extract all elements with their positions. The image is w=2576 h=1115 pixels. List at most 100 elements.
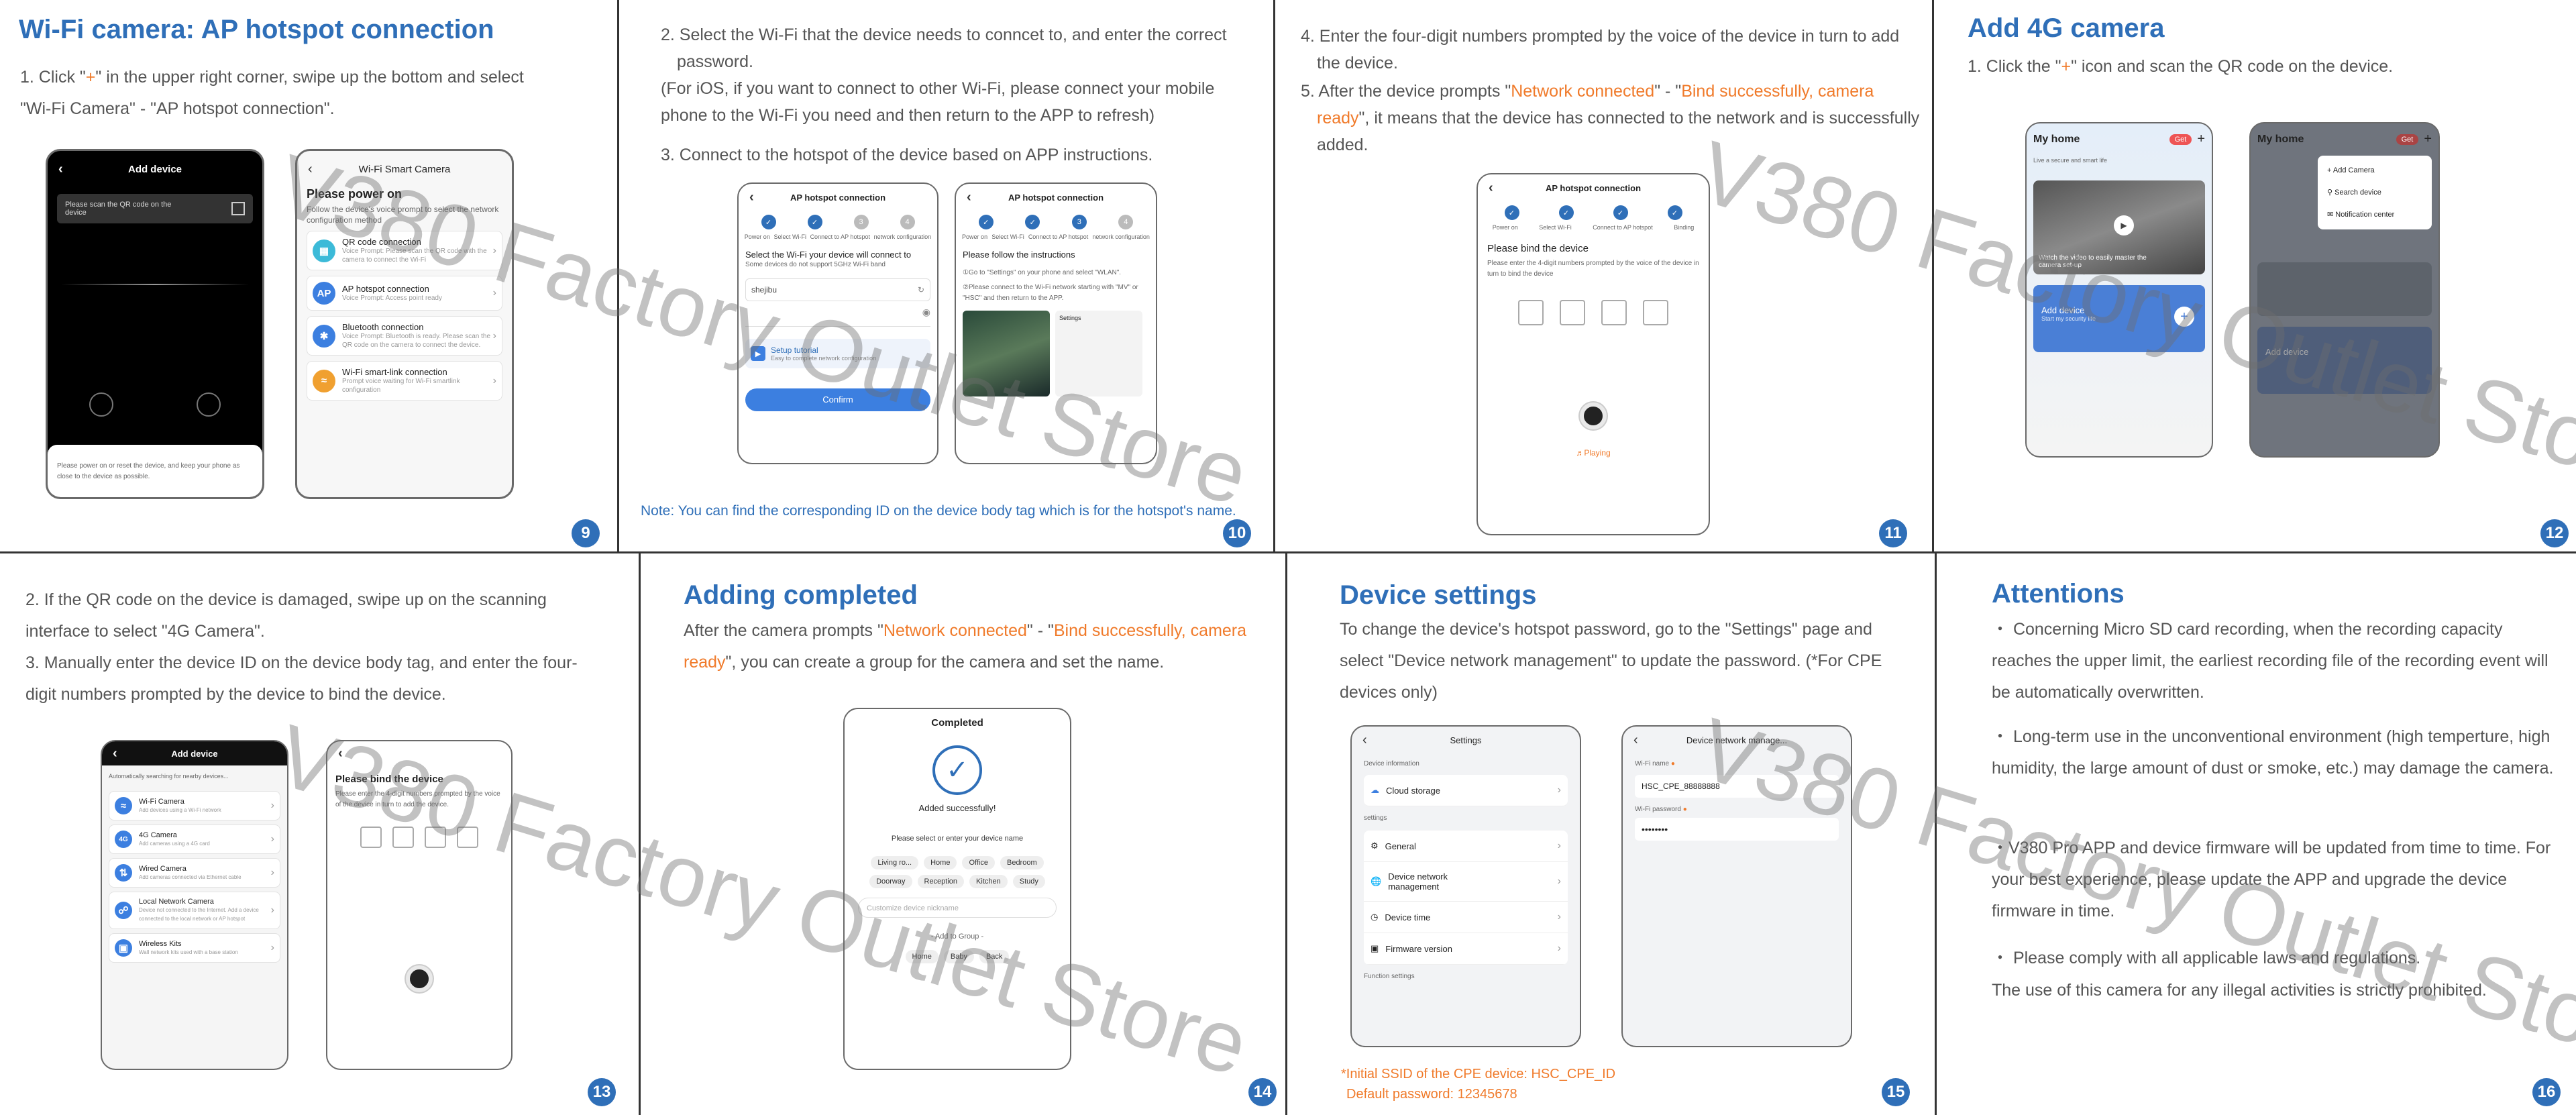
cpe-note-1: *Initial SSID of the CPE device: HSC_CPE… bbox=[1341, 1067, 1616, 1081]
wifi-name-input[interactable]: shejibu ↻ bbox=[745, 278, 930, 301]
page-title: Add 4G camera bbox=[1968, 13, 2165, 43]
option-bluetooth[interactable]: ✱ Bluetooth connection Voice Prompt: Bluet… bbox=[307, 316, 502, 356]
attention-item-1: ・ Concerning Micro SD card recording, wh… bbox=[1992, 620, 2548, 702]
settings-screenshot: Settings bbox=[1055, 311, 1142, 396]
phone-add-menu: My home Get + + Add Camera ⚲ Search devi… bbox=[2249, 122, 2440, 458]
step-5-text: 5. After the device prompts "Network con… bbox=[1301, 82, 1920, 154]
attention-item-4: ・ Please comply with all applicable laws… bbox=[1992, 949, 2421, 967]
option-wifi-camera[interactable]: ≈ Wi-Fi Camera Add devices using a Wi-Fi n… bbox=[109, 791, 280, 820]
menu-add-camera[interactable]: + Add Camera bbox=[2318, 160, 2432, 181]
menu-notification-center[interactable]: ✉ Notification center bbox=[2318, 203, 2432, 225]
firmware-icon: ▣ bbox=[1371, 943, 1379, 953]
scan-line bbox=[61, 284, 249, 285]
wifi-icon: ≈ bbox=[313, 369, 335, 392]
globe-icon: 🌐 bbox=[1371, 876, 1382, 886]
qr-icon bbox=[231, 202, 245, 215]
page-15: Device settings To change the device's h… bbox=[1287, 553, 1935, 1115]
option-wired-camera[interactable]: ⇅ Wired Camera Add cameras connected via E… bbox=[109, 858, 280, 888]
attention-item-2: ・ Long-term use in the unconventional en… bbox=[1992, 727, 2554, 778]
phone-bind-device: ‹ AP hotspot connection ✓ ✓ ✓ ✓ Power on Sele… bbox=[1477, 173, 1710, 535]
flashlight-icon[interactable] bbox=[89, 392, 113, 417]
step-3-text: 3. Connect to the hotspot of the device … bbox=[661, 146, 1153, 164]
ap-icon: AP bbox=[313, 282, 335, 305]
page-number: 12 bbox=[2540, 519, 2569, 547]
confirm-button[interactable]: Confirm bbox=[745, 388, 930, 411]
plus-icon[interactable]: + bbox=[2197, 131, 2205, 147]
settings-cloud-storage[interactable]: ☁ Cloud storage › bbox=[1364, 775, 1568, 806]
back-icon[interactable]: ‹ bbox=[1633, 733, 1638, 748]
page-10: 2. Select the Wi-Fi that the device need… bbox=[619, 0, 1273, 551]
settings-text: To change the device's hotspot password,… bbox=[1340, 620, 1882, 702]
back-icon[interactable]: ‹ bbox=[967, 190, 971, 205]
back-icon[interactable]: ‹ bbox=[113, 746, 117, 761]
page-13: 2. If the QR code on the device is damag… bbox=[0, 553, 639, 1115]
page-number: 9 bbox=[572, 519, 600, 547]
back-icon[interactable]: ‹ bbox=[749, 190, 754, 205]
back-icon[interactable]: ‹ bbox=[338, 746, 343, 761]
eye-icon[interactable]: ◉ bbox=[922, 307, 930, 317]
page-11: 4. Enter the four-digit numbers prompted… bbox=[1275, 0, 1932, 551]
playing-indicator: ♬Playing bbox=[1576, 448, 1611, 458]
group-chips: Home Baby Back bbox=[845, 947, 1070, 966]
option-4g-camera[interactable]: 4G 4G Camera Add cameras using a 4G card › bbox=[109, 825, 280, 854]
nickname-input[interactable]: Customize device nickname bbox=[858, 898, 1057, 918]
play-icon[interactable]: ▶ bbox=[2114, 215, 2134, 235]
phone-select-wifi: ‹ AP hotspot connection ✓ ✓ 3 4 Power on Sele… bbox=[737, 182, 938, 464]
menu-search-device[interactable]: ⚲ Search device bbox=[2318, 181, 2432, 203]
get-badge[interactable]: Get bbox=[2169, 134, 2192, 145]
page-14: Adding completed After the camera prompt… bbox=[641, 553, 1285, 1115]
page-9: Wi-Fi camera: AP hotspot connection 1. C… bbox=[0, 0, 617, 551]
option-smartlink[interactable]: ≈ Wi-Fi smart-link connection Prompt voice… bbox=[307, 361, 502, 401]
add-icon[interactable]: + bbox=[2174, 307, 2194, 327]
name-chips: Living ro... Home Office Bedroom Doorway Rec… bbox=[845, 853, 1070, 891]
setup-tutorial[interactable]: ▶ Setup tutorial Easy to complete network… bbox=[745, 339, 930, 368]
back-icon[interactable]: ‹ bbox=[1489, 180, 1493, 196]
option-qr-code[interactable]: ▦ QR code connection Voice Prompt: Please … bbox=[307, 231, 502, 270]
page-12: Add 4G camera 1. Click the "+" icon and … bbox=[1934, 0, 2576, 551]
heading: Please power on bbox=[307, 187, 402, 201]
code-input-boxes[interactable] bbox=[1478, 300, 1709, 329]
scan-hint-bar: Please scan the QR code on the device bbox=[57, 194, 253, 223]
ssid-field[interactable]: HSC_CPE_88888888 bbox=[1635, 775, 1839, 798]
option-ap-hotspot[interactable]: AP AP hotspot connection Voice Prompt: Acc… bbox=[307, 276, 502, 311]
dropdown-menu: + Add Camera ⚲ Search device ✉ Notificat… bbox=[2318, 156, 2432, 229]
option-wireless-kits[interactable]: ▣ Wireless Kits Wall network kits used wit… bbox=[109, 933, 280, 963]
phone-follow-instructions: ‹ AP hotspot connection ✓ ✓ 3 4 Power on Sele… bbox=[955, 182, 1157, 464]
clock-icon: ◷ bbox=[1371, 912, 1379, 922]
settings-network-management[interactable]: 🌐 Device network management › bbox=[1364, 862, 1568, 902]
bluetooth-icon: ✱ bbox=[313, 324, 335, 348]
note-text: Note: You can find the corresponding ID … bbox=[641, 503, 1236, 519]
refresh-icon[interactable]: ↻ bbox=[918, 285, 924, 295]
option-local-network-camera[interactable]: ☍ Local Network Camera Device not connecte… bbox=[109, 892, 280, 929]
back-icon[interactable]: ‹ bbox=[58, 162, 63, 177]
settings-firmware-version[interactable]: ▣ Firmware version › bbox=[1364, 933, 1568, 965]
settings-device-time[interactable]: ◷ Device time › bbox=[1364, 902, 1568, 933]
back-icon[interactable]: ‹ bbox=[308, 162, 313, 177]
page-title: Adding completed bbox=[684, 580, 918, 610]
cloud-icon: ☁ bbox=[1371, 785, 1379, 795]
page-number: 14 bbox=[1248, 1078, 1277, 1106]
settings-general[interactable]: ⚙ General › bbox=[1364, 831, 1568, 862]
wifi-password-input[interactable]: ◉ bbox=[745, 307, 930, 327]
password-field[interactable]: •••••••• bbox=[1635, 818, 1839, 841]
step-2-text: 2. Select the Wi-Fi that the device need… bbox=[661, 25, 1227, 71]
back-icon[interactable]: ‹ bbox=[1362, 733, 1367, 748]
phone-add-device-list: ‹ Add device Automatically searching for … bbox=[101, 740, 288, 1070]
qr-icon: ▦ bbox=[313, 239, 335, 262]
step-text: 1. Click "+" in the upper right corner, … bbox=[20, 68, 524, 118]
page-title: Device settings bbox=[1340, 580, 1537, 610]
bottom-sheet[interactable]: Please power on or reset the device, and… bbox=[48, 445, 262, 497]
wallpaper-screenshot bbox=[963, 311, 1050, 396]
phone-wifi-smart-camera: ‹ Wi-Fi Smart Camera Please power on Foll… bbox=[295, 149, 514, 499]
page-number: 15 bbox=[1882, 1078, 1910, 1106]
step-2-text: 2. If the QR code on the device is damag… bbox=[25, 590, 547, 641]
add-device-card[interactable]: Add device Start my security life + bbox=[2033, 285, 2205, 352]
page-number: 13 bbox=[588, 1078, 616, 1106]
step-dot-done: ✓ bbox=[761, 215, 776, 229]
gallery-icon[interactable] bbox=[197, 392, 221, 417]
code-input-boxes[interactable] bbox=[327, 827, 511, 851]
camera-icon bbox=[406, 965, 433, 992]
step-4-text: 4. Enter the four-digit numbers prompted… bbox=[1301, 27, 1900, 72]
play-icon: ▶ bbox=[751, 346, 765, 361]
video-card[interactable]: ▶ Watch the video to easily master the c… bbox=[2033, 180, 2205, 274]
